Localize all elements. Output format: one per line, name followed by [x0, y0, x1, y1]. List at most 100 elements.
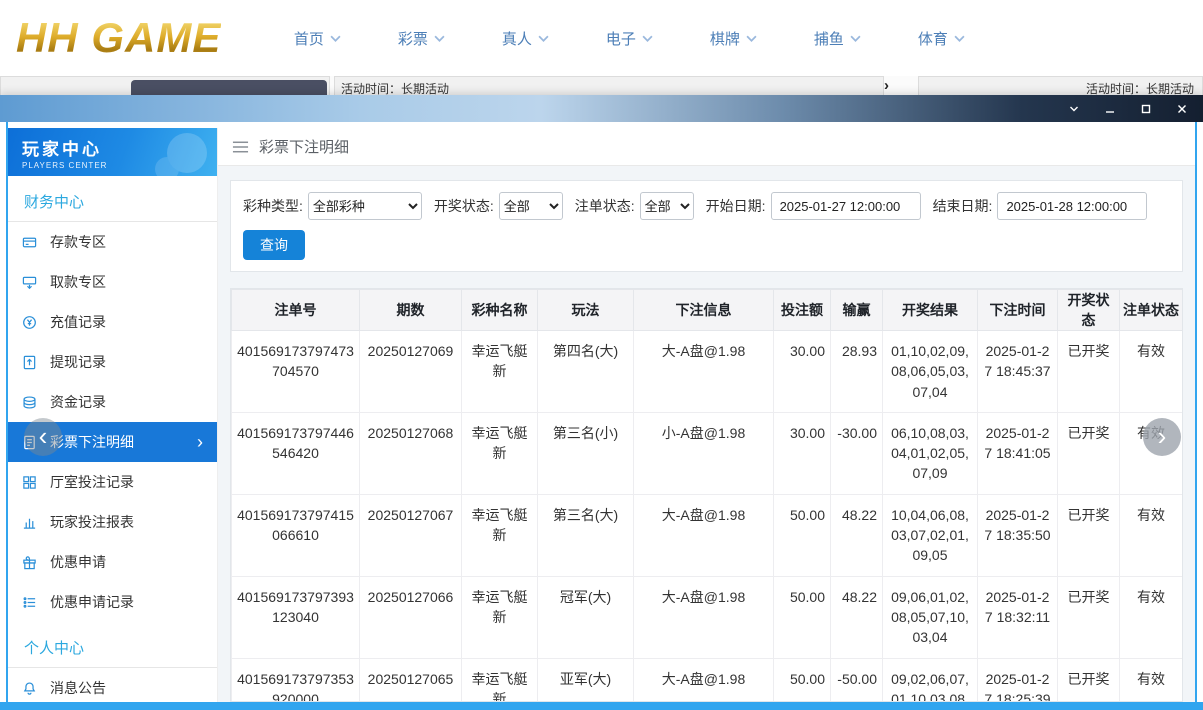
table-cell: 28.93: [831, 331, 883, 413]
table-cell: 06,10,08,03,04,01,02,05,07,09: [883, 412, 978, 494]
report-icon: [22, 515, 37, 530]
nav-item-label: 首页: [294, 28, 324, 49]
search-button[interactable]: 查询: [243, 230, 305, 260]
sidebar: 玩家中心 PLAYERS CENTER 财务中心存款专区取款专区充值记录提现记录…: [8, 128, 218, 702]
cashout-icon: [22, 355, 37, 370]
table-cell: 第四名(大): [538, 331, 634, 413]
brand-logo[interactable]: HH GAME: [16, 14, 221, 62]
deposit-icon: [22, 235, 37, 250]
maximize-icon: [1140, 103, 1152, 115]
table-cell: 第三名(大): [538, 494, 634, 576]
nav-item-label: 真人: [502, 28, 532, 49]
table-cell: 已开奖: [1058, 412, 1120, 494]
sidebar-item-deposit[interactable]: 存款专区: [8, 222, 217, 262]
sidebar-item-funds-record[interactable]: 资金记录: [8, 382, 217, 422]
table-cell: 401569173797473704570: [232, 331, 360, 413]
table-cell: 有效: [1120, 658, 1183, 702]
end-date-input[interactable]: [997, 192, 1147, 220]
table-cell: 亚军(大): [538, 658, 634, 702]
promo-banner-strip: 活动时间：长期活动 › 活动时间：长期活动: [0, 76, 1203, 95]
close-button[interactable]: [1175, 102, 1189, 116]
chevron-down-icon: [746, 35, 757, 42]
table-cell: 2025-01-27 18:45:37: [978, 331, 1058, 413]
chevron-down-icon: [330, 35, 341, 42]
table-row: 40156917379747370457020250127069幸运飞艇新第四名…: [232, 331, 1183, 413]
window-titlebar: [0, 95, 1203, 122]
end-date-label: 结束日期:: [933, 196, 993, 216]
promo-card[interactable]: [0, 76, 330, 95]
nav-item-lottery[interactable]: 彩票: [369, 28, 473, 49]
window-controls: [1067, 102, 1189, 116]
message-icon: [22, 681, 37, 696]
table-cell: 大-A盘@1.98: [634, 576, 774, 658]
table-cell: 09,02,06,07,01,10,03,08,05,04: [883, 658, 978, 702]
lottery-type-select[interactable]: 全部彩种: [308, 192, 422, 220]
table-cell: 20250127066: [360, 576, 462, 658]
nav-item-home[interactable]: 首页: [265, 28, 369, 49]
sidebar-item-promo-apply[interactable]: 优惠申请: [8, 542, 217, 582]
sidebar-item-label: 优惠申请记录: [50, 592, 134, 612]
sidebar-item-label: 取款专区: [50, 272, 106, 292]
sidebar-item-hall-bet-record[interactable]: 厅室投注记录: [8, 462, 217, 502]
nav-item-live[interactable]: 真人: [473, 28, 577, 49]
promo-thumbnail: [131, 80, 327, 95]
sidebar-item-label: 玩家投注报表: [50, 512, 134, 532]
sidebar-item-cashout-record[interactable]: 提现记录: [8, 342, 217, 382]
content-header: 彩票下注明细: [218, 128, 1195, 166]
collapse-icon: [1068, 103, 1080, 115]
table-cell: -50.00: [831, 658, 883, 702]
bet-table: 注单号期数彩种名称玩法下注信息投注额输赢开奖结果下注时间开奖状态注单状态 401…: [230, 288, 1183, 702]
draw-status-select[interactable]: 全部: [499, 192, 563, 220]
nav-item-sports[interactable]: 体育: [889, 28, 993, 49]
order-status-select[interactable]: 全部: [640, 192, 694, 220]
sidebar-item-label: 资金记录: [50, 392, 106, 412]
sidebar-item-player-bet-report[interactable]: 玩家投注报表: [8, 502, 217, 542]
sidebar-item-label: 彩票下注明细: [50, 432, 134, 452]
sidebar-item-promo-apply-record[interactable]: 优惠申请记录: [8, 582, 217, 622]
sidebar-item-withdraw[interactable]: 取款专区: [8, 262, 217, 302]
table-cell: 2025-01-27 18:41:05: [978, 412, 1058, 494]
start-date-input[interactable]: [771, 192, 921, 220]
table-cell: 30.00: [774, 412, 831, 494]
column-header: 下注信息: [634, 290, 774, 331]
nav-item-chess[interactable]: 棋牌: [681, 28, 785, 49]
banner-next-arrow[interactable]: ›: [884, 77, 889, 94]
table-cell: 冠军(大): [538, 576, 634, 658]
table-cell: 48.22: [831, 494, 883, 576]
table-row: 40156917379735392000020250127065幸运飞艇新亚军(…: [232, 658, 1183, 702]
table-cell: 2025-01-27 18:35:50: [978, 494, 1058, 576]
section-label: 个人中心: [8, 622, 217, 668]
column-header: 彩种名称: [462, 290, 538, 331]
sidebar-item-label: 存款专区: [50, 232, 106, 252]
nav-item-label: 棋牌: [710, 28, 740, 49]
table-cell: 50.00: [774, 576, 831, 658]
nav-item-fishing[interactable]: 捕鱼: [785, 28, 889, 49]
recharge-icon: [22, 315, 37, 330]
table-cell: 有效: [1120, 331, 1183, 413]
table-cell: 401569173797353920000: [232, 658, 360, 702]
promo-card[interactable]: 活动时间：长期活动: [334, 76, 884, 95]
table-cell: 幸运飞艇新: [462, 494, 538, 576]
table-cell: 已开奖: [1058, 658, 1120, 702]
promo-card[interactable]: 活动时间：长期活动: [918, 76, 1203, 95]
carousel-prev-button[interactable]: ‹: [24, 418, 62, 456]
table-cell: 20250127068: [360, 412, 462, 494]
table-cell: 大-A盘@1.98: [634, 494, 774, 576]
sidebar-item-message-notice[interactable]: 消息公告: [8, 668, 217, 702]
sidebar-item-recharge-record[interactable]: 充值记录: [8, 302, 217, 342]
menu-toggle-icon[interactable]: [232, 140, 249, 154]
promo-icon: [22, 555, 37, 570]
table-cell: 已开奖: [1058, 494, 1120, 576]
carousel-next-button[interactable]: ›: [1143, 418, 1181, 456]
maximize-button[interactable]: [1139, 102, 1153, 116]
collapse-button[interactable]: [1067, 102, 1081, 116]
nav-item-electronic[interactable]: 电子: [577, 28, 681, 49]
column-header: 投注额: [774, 290, 831, 331]
chevron-down-icon: [642, 35, 653, 42]
table-cell: 幸运飞艇新: [462, 658, 538, 702]
window-bottom-border: [0, 702, 1203, 710]
table-cell: 20250127067: [360, 494, 462, 576]
minimize-button[interactable]: [1103, 102, 1117, 116]
section-label: 财务中心: [8, 176, 217, 222]
funds-icon: [22, 395, 37, 410]
